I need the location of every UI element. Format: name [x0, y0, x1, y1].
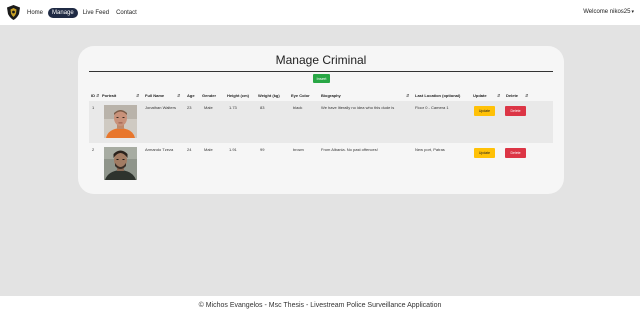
caret-down-icon: ▾ — [631, 9, 634, 15]
cell-biography: We have literally no idea who this dude … — [321, 105, 395, 110]
criminal-portrait — [104, 147, 137, 180]
header-full-name[interactable]: Full Name — [145, 93, 164, 98]
nav-contact[interactable]: Contact — [114, 9, 139, 17]
nav-live-feed[interactable]: Live Feed — [81, 9, 111, 17]
police-badge-logo-icon[interactable] — [7, 5, 20, 20]
header-id[interactable]: ID — [91, 93, 95, 98]
cell-height: 1.73 — [229, 105, 237, 110]
cell-weight: 83 — [260, 105, 265, 110]
cell-full-name: Armando Tzeza — [145, 147, 174, 152]
cell-gender: Male — [204, 105, 213, 110]
sort-icon[interactable]: ⇵ — [406, 93, 409, 98]
nav-manage[interactable]: Manage — [48, 7, 78, 18]
header-last-location[interactable]: Last Location (optional) — [415, 93, 460, 98]
table-row: 2 Armando Tzeza 24 Male 1.91 99 brown Fr… — [89, 143, 553, 183]
cell-id: 2 — [92, 147, 95, 152]
welcome-text: Welcome nikos25 — [583, 9, 631, 15]
sort-icon[interactable]: ⇵ — [525, 93, 528, 98]
criminal-portrait — [104, 105, 137, 138]
delete-button[interactable]: Delete — [505, 106, 526, 116]
sort-icon[interactable]: ⇵ — [177, 93, 180, 98]
cell-gender: Male — [204, 147, 213, 152]
cell-eye-color: black — [293, 105, 303, 110]
cell-age: 23 — [187, 105, 192, 110]
insert-button[interactable]: Insert — [313, 74, 330, 83]
cell-age: 24 — [187, 147, 192, 152]
nav-home[interactable]: Home — [25, 9, 45, 17]
user-menu[interactable]: Welcome nikos25▾ — [583, 9, 634, 15]
header-portrait[interactable]: Portrait — [102, 93, 116, 98]
header-age[interactable]: Age — [187, 93, 195, 98]
delete-button[interactable]: Delete — [505, 148, 526, 158]
header-weight[interactable]: Weight (kg) — [258, 93, 280, 98]
header-biography[interactable]: Biography — [321, 93, 341, 98]
header-gender[interactable]: Gender — [202, 93, 216, 98]
cell-biography: From Albania. No past offences! — [321, 147, 378, 152]
cell-id: 1 — [92, 105, 95, 110]
cell-height: 1.91 — [229, 147, 237, 152]
update-button[interactable]: Update — [474, 106, 495, 116]
update-button[interactable]: Update — [474, 148, 495, 158]
navbar: Home Manage Live Feed Contact Welcome ni… — [0, 0, 640, 25]
table-row: 1 Jonathan Walters 23 Male 1.73 83 black… — [89, 101, 553, 143]
header-height[interactable]: Height (cm) — [227, 93, 249, 98]
cell-last-location: Floor 0 - Camera 1 — [415, 105, 449, 110]
sort-icon[interactable]: ⇵ — [96, 93, 99, 98]
footer: © Michos Evangelos - Msc Thesis - Livest… — [0, 296, 640, 314]
header-eye-color[interactable]: Eye Color — [291, 93, 310, 98]
header-update[interactable]: Update — [473, 93, 487, 98]
cell-full-name: Jonathan Walters — [145, 105, 176, 110]
cell-last-location: New port, Patras — [415, 147, 445, 152]
sort-icon[interactable]: ⇵ — [497, 93, 500, 98]
cell-eye-color: brown — [293, 147, 304, 152]
manage-card: Manage Criminal Insert ID ⇵ Portrait ⇵ F… — [78, 46, 564, 194]
sort-icon[interactable]: ⇵ — [136, 93, 139, 98]
page-title: Manage Criminal — [275, 53, 367, 67]
header-delete[interactable]: Delete — [506, 93, 518, 98]
title-divider — [89, 71, 553, 72]
cell-weight: 99 — [260, 147, 265, 152]
footer-text: © Michos Evangelos - Msc Thesis - Livest… — [198, 301, 442, 309]
